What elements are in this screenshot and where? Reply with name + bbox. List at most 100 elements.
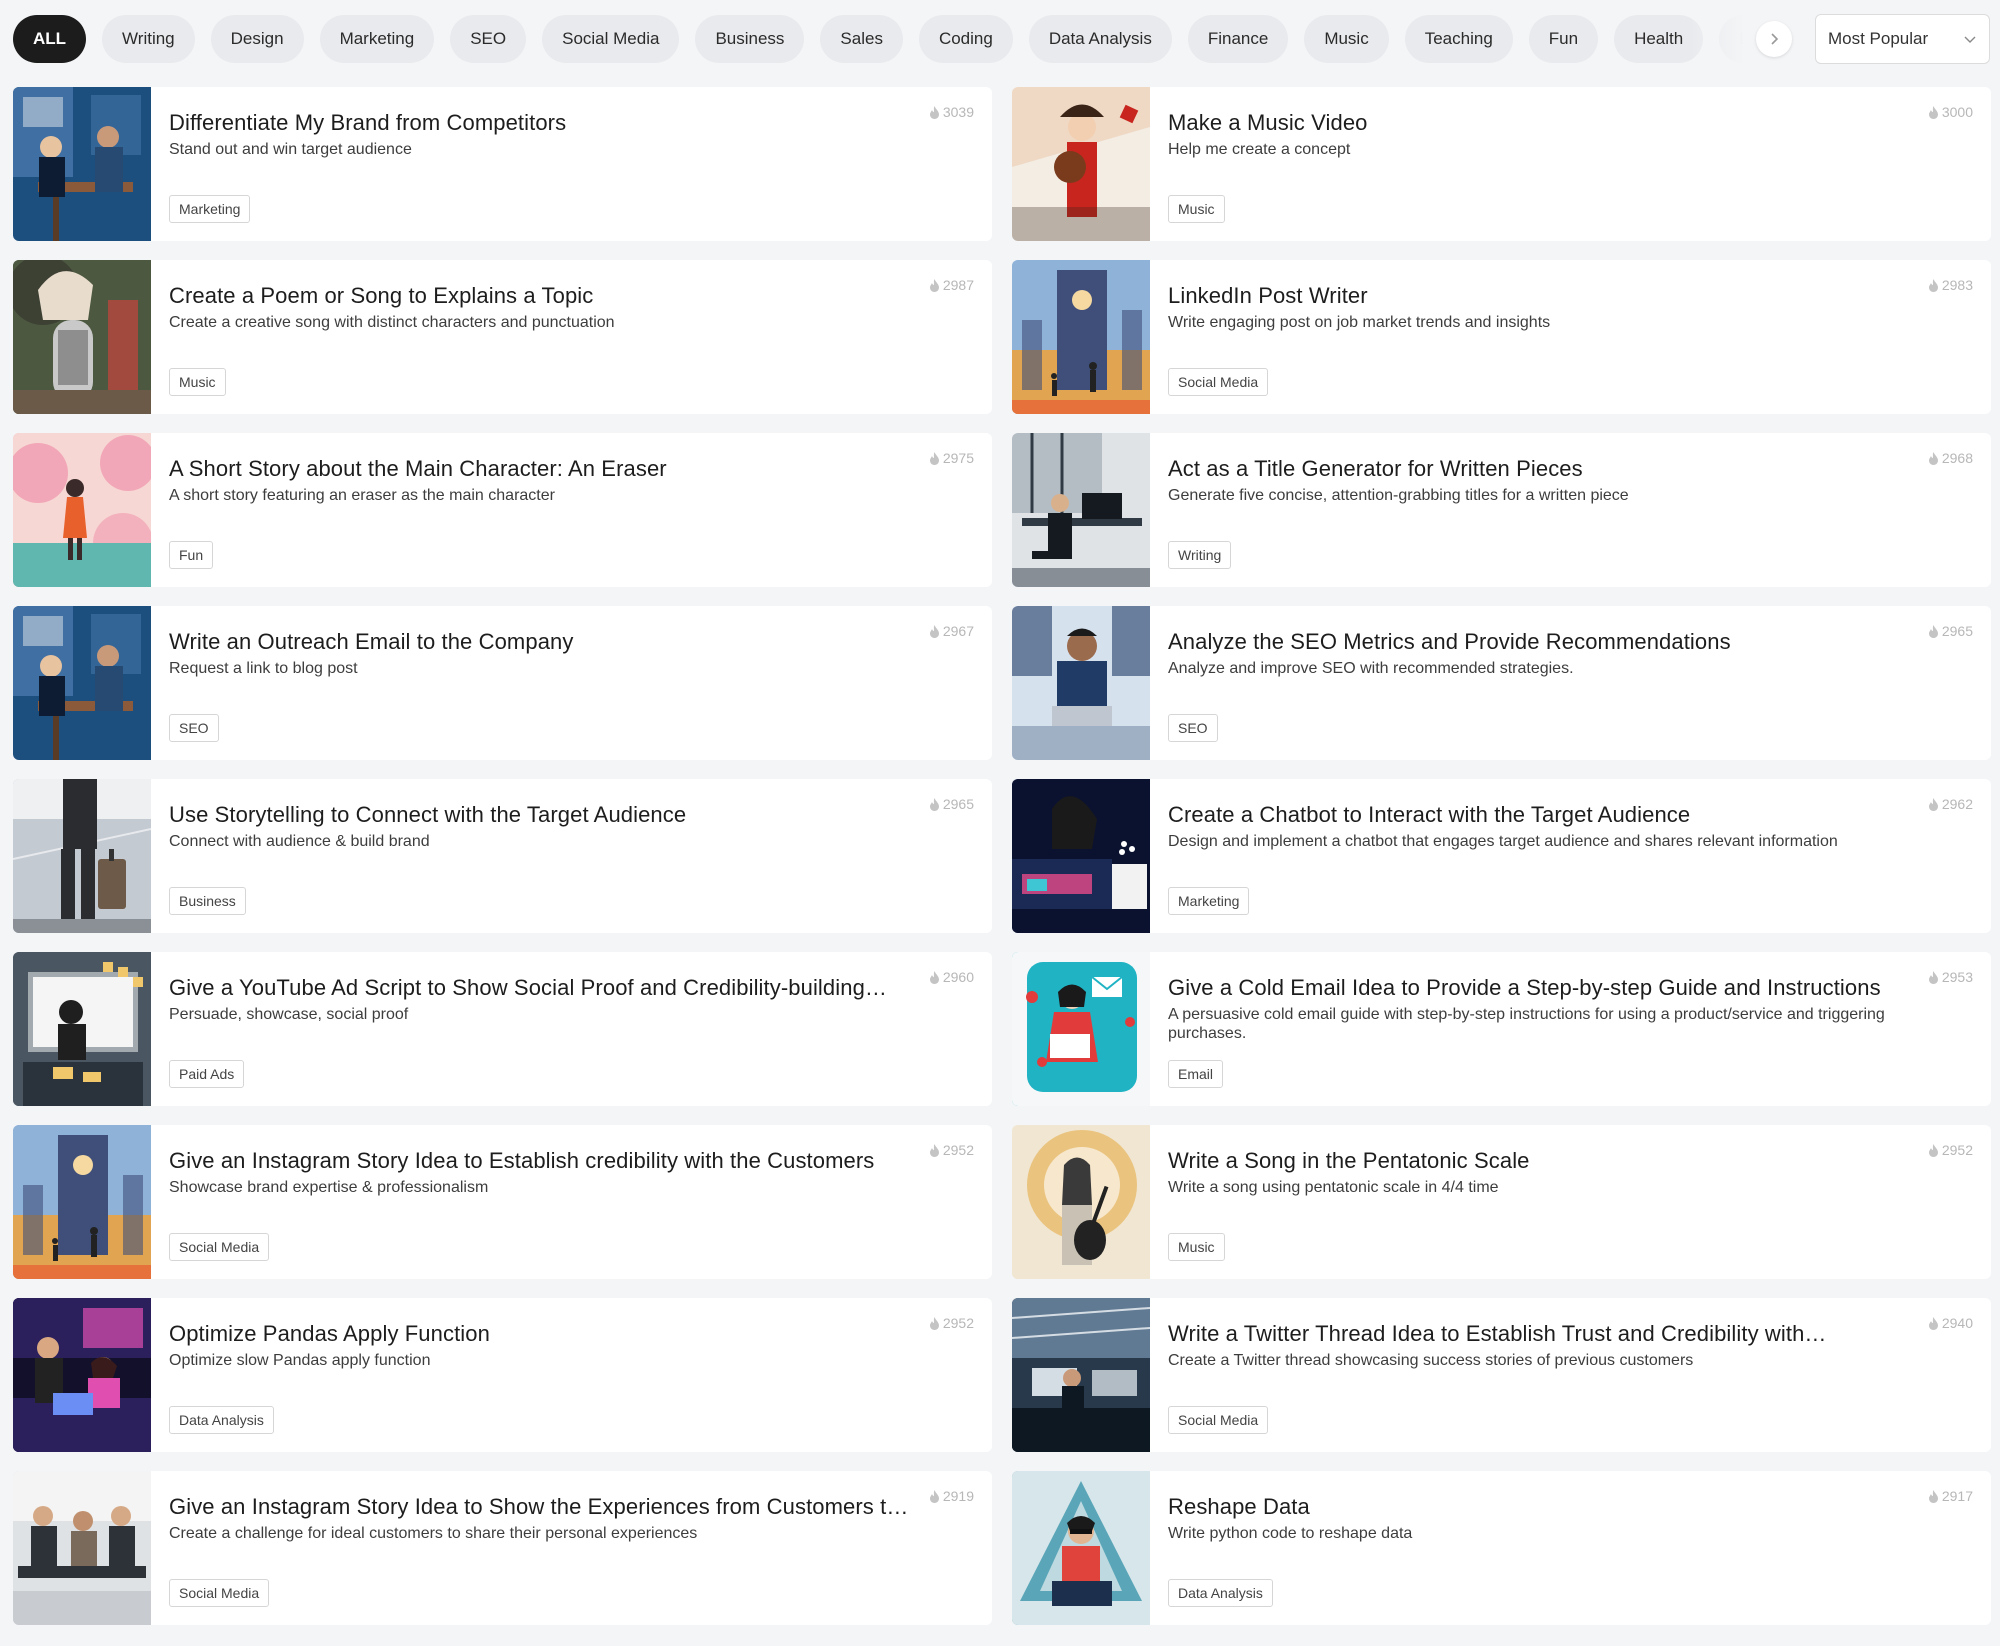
prompt-card[interactable]: Reshape Data Write python code to reshap… [1012, 1471, 1991, 1625]
thumbnail-illustration [1012, 260, 1150, 414]
card-category-tag[interactable]: Writing [1168, 541, 1232, 569]
category-pill-marketing[interactable]: Marketing [319, 15, 435, 63]
category-pill-fun[interactable]: Fun [1528, 15, 1599, 63]
card-title[interactable]: Write a Song in the Pentatonic Scale [1168, 1147, 1908, 1175]
prompt-card[interactable]: Differentiate My Brand from Competitors … [13, 87, 992, 241]
prompt-card[interactable]: Create a Chatbot to Interact with the Ta… [1012, 779, 1991, 933]
usage-count: 2967 [929, 623, 974, 639]
sort-select[interactable]: Most Popular [1815, 14, 1990, 64]
card-title[interactable]: Create a Chatbot to Interact with the Ta… [1168, 801, 1908, 829]
card-category-tag[interactable]: Email [1168, 1060, 1224, 1088]
prompt-card[interactable]: Give a Cold Email Idea to Provide a Step… [1012, 952, 1991, 1106]
prompt-card[interactable]: Give an Instagram Story Idea to Establis… [13, 1125, 992, 1279]
card-category-tag[interactable]: Data Analysis [169, 1406, 274, 1434]
category-pill-coding[interactable]: Coding [918, 15, 1013, 63]
card-title[interactable]: Use Storytelling to Connect with the Tar… [169, 801, 909, 829]
prompt-card[interactable]: LinkedIn Post Writer Write engaging post… [1012, 260, 1991, 414]
card-category-tag[interactable]: Social Media [169, 1579, 270, 1607]
card-category-tag[interactable]: Paid Ads [169, 1060, 245, 1088]
prompt-card[interactable]: Give an Instagram Story Idea to Show the… [13, 1471, 992, 1625]
card-category-tag[interactable]: SEO [169, 714, 219, 742]
card-title[interactable]: Give a YouTube Ad Script to Show Social … [169, 974, 909, 1002]
usage-count: 2987 [929, 277, 974, 293]
category-pill-seo[interactable]: SEO [450, 15, 527, 63]
prompt-card-grid: Differentiate My Brand from Competitors … [13, 87, 1992, 1625]
card-category-tag[interactable]: Data Analysis [1168, 1579, 1273, 1607]
prompt-card[interactable]: Use Storytelling to Connect with the Tar… [13, 779, 992, 933]
card-category-tag[interactable]: Music [169, 368, 226, 396]
card-category-tag[interactable]: Social Media [169, 1233, 270, 1261]
card-title[interactable]: Write an Outreach Email to the Company [169, 628, 909, 656]
flame-icon [929, 624, 939, 638]
card-title[interactable]: Give an Instagram Story Idea to Show the… [169, 1493, 909, 1521]
card-title[interactable]: Act as a Title Generator for Written Pie… [1168, 455, 1908, 483]
card-body: Analyze the SEO Metrics and Provide Reco… [1150, 606, 1991, 760]
card-category-tag[interactable]: Social Media [1168, 368, 1269, 396]
usage-count-value: 2952 [942, 1142, 974, 1158]
card-title[interactable]: Give a Cold Email Idea to Provide a Step… [1168, 974, 1908, 1002]
category-pill-data-analysis[interactable]: Data Analysis [1028, 15, 1172, 63]
usage-count: 2960 [929, 969, 974, 985]
card-title[interactable]: Write a Twitter Thread Idea to Establish… [1168, 1320, 1908, 1348]
prompt-card[interactable]: Optimize Pandas Apply Function Optimize … [13, 1298, 992, 1452]
usage-count-value: 3039 [942, 104, 974, 120]
card-category-tag[interactable]: Fun [169, 541, 214, 569]
usage-count-value: 2983 [1941, 277, 1973, 293]
thumbnail-illustration [1012, 1471, 1150, 1625]
card-category-tag[interactable]: Business [169, 887, 246, 915]
flame-icon [1928, 451, 1938, 465]
usage-count-value: 2965 [942, 796, 974, 812]
flame-icon [929, 797, 939, 811]
card-description: Write engaging post on job market trends… [1168, 314, 1551, 331]
category-pill-all[interactable]: ALL [13, 15, 87, 63]
flame-icon [1928, 970, 1938, 984]
card-title[interactable]: Reshape Data [1168, 1493, 1908, 1521]
card-title[interactable]: A Short Story about the Main Character: … [169, 455, 909, 483]
category-pill-writing[interactable]: Writing [102, 15, 195, 63]
card-title[interactable]: LinkedIn Post Writer [1168, 282, 1908, 310]
thumbnail-illustration [1012, 433, 1150, 587]
thumbnail-illustration [1012, 606, 1150, 760]
card-title[interactable]: Optimize Pandas Apply Function [169, 1320, 909, 1348]
category-pill-teaching[interactable]: Teaching [1404, 15, 1513, 63]
card-thumbnail [13, 1125, 151, 1279]
card-category-tag[interactable]: Marketing [1168, 887, 1250, 915]
card-category-tag[interactable]: Music [1168, 1233, 1225, 1261]
usage-count-value: 2960 [942, 969, 974, 985]
prompt-card[interactable]: Give a YouTube Ad Script to Show Social … [13, 952, 992, 1106]
prompt-card[interactable]: Act as a Title Generator for Written Pie… [1012, 433, 1991, 587]
card-body: Give an Instagram Story Idea to Establis… [151, 1125, 992, 1279]
flame-icon [1928, 278, 1938, 292]
card-title[interactable]: Make a Music Video [1168, 109, 1908, 137]
prompt-card[interactable]: Analyze the SEO Metrics and Provide Reco… [1012, 606, 1991, 760]
prompt-card[interactable]: A Short Story about the Main Character: … [13, 433, 992, 587]
card-category-tag[interactable]: Social Media [1168, 1406, 1269, 1434]
category-pill-music[interactable]: Music [1304, 15, 1389, 63]
thumbnail-illustration [13, 260, 151, 414]
category-pill-design[interactable]: Design [210, 15, 304, 63]
card-category-tag[interactable]: Music [1168, 195, 1225, 223]
usage-count: 3000 [1928, 104, 1973, 120]
card-title[interactable]: Analyze the SEO Metrics and Provide Reco… [1168, 628, 1908, 656]
card-title[interactable]: Give an Instagram Story Idea to Establis… [169, 1147, 909, 1175]
category-pill-sales[interactable]: Sales [820, 15, 903, 63]
card-description: Create a Twitter thread showcasing succe… [1168, 1352, 1694, 1369]
card-title[interactable]: Create a Poem or Song to Explains a Topi… [169, 282, 909, 310]
category-pill-social-media[interactable]: Social Media [542, 15, 680, 63]
card-body: Write a Twitter Thread Idea to Establish… [1150, 1298, 1991, 1452]
category-pill-finance[interactable]: Finance [1187, 15, 1289, 63]
prompt-card[interactable]: Write a Song in the Pentatonic Scale Wri… [1012, 1125, 1991, 1279]
card-title[interactable]: Differentiate My Brand from Competitors [169, 109, 909, 137]
thumbnail-illustration [1012, 952, 1150, 1106]
card-description: A short story featuring an eraser as the… [169, 487, 555, 504]
category-pill-business[interactable]: Business [695, 15, 805, 63]
card-category-tag[interactable]: SEO [1168, 714, 1218, 742]
prompt-card[interactable]: Make a Music Video Help me create a conc… [1012, 87, 1991, 241]
prompt-card[interactable]: Write a Twitter Thread Idea to Establish… [1012, 1298, 1991, 1452]
prompt-card[interactable]: Write an Outreach Email to the Company R… [13, 606, 992, 760]
card-thumbnail [13, 433, 151, 587]
card-category-tag[interactable]: Marketing [169, 195, 251, 223]
scroll-right-button[interactable] [1756, 21, 1792, 57]
prompt-card[interactable]: Create a Poem or Song to Explains a Topi… [13, 260, 992, 414]
category-pills: ALL Writing Design Marketing SEO Social Media… [13, 15, 1773, 63]
